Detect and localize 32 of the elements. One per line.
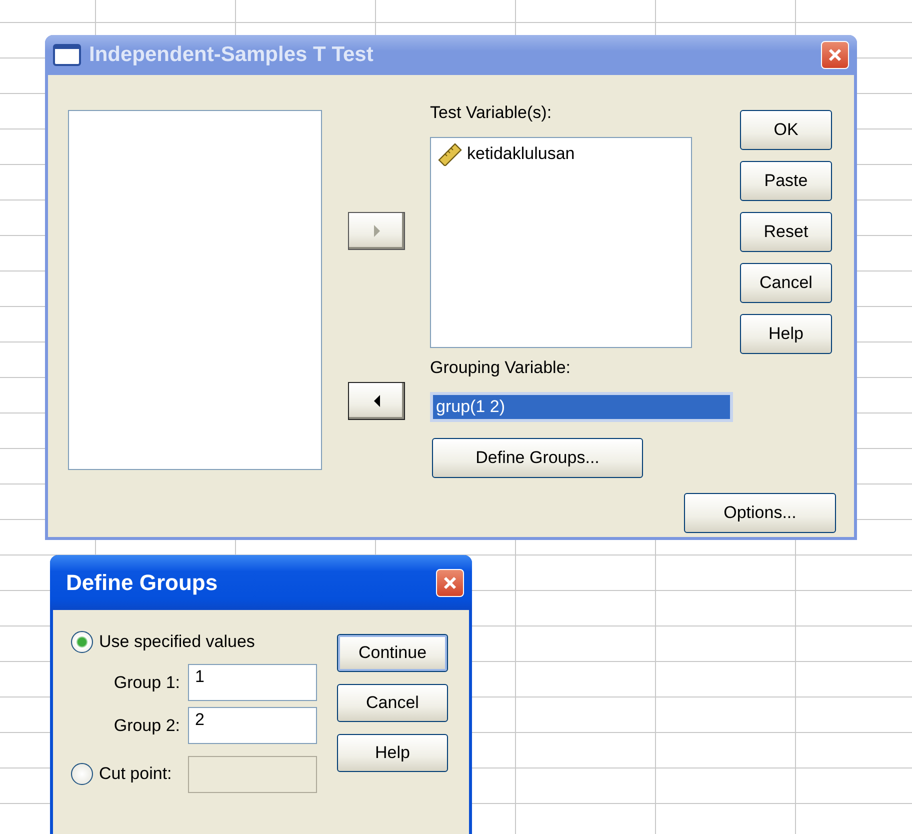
window-title: Define Groups bbox=[65, 570, 219, 596]
test-variables-list[interactable]: ketidaklulusan bbox=[430, 137, 692, 348]
options-button[interactable]: Options... bbox=[684, 493, 836, 533]
grouping-variable-field[interactable]: grup(1 2) bbox=[430, 392, 733, 422]
dialog-button[interactable]: Continue bbox=[337, 634, 448, 672]
ruler-icon bbox=[437, 142, 463, 166]
test-variables-label: Test Variable(s): bbox=[430, 102, 553, 124]
left-arrow-icon bbox=[372, 394, 382, 408]
dialog-button[interactable]: OK bbox=[740, 110, 832, 150]
radio-label: Cut point: bbox=[99, 764, 173, 784]
dialog-button[interactable]: Cancel bbox=[740, 263, 832, 303]
group-label: Group 2: bbox=[112, 716, 181, 736]
window-icon bbox=[53, 44, 81, 66]
grouping-variable-label: Grouping Variable: bbox=[430, 357, 572, 379]
move-button[interactable] bbox=[348, 382, 405, 420]
dialog-button[interactable]: Reset bbox=[740, 212, 832, 252]
dialog-button[interactable]: Cancel bbox=[337, 684, 448, 722]
radio-button[interactable] bbox=[71, 631, 93, 653]
close-icon bbox=[442, 574, 458, 590]
right-arrow-icon bbox=[372, 224, 382, 238]
radio-label: Use specified values bbox=[99, 632, 255, 652]
variable-item[interactable]: ketidaklulusan bbox=[467, 144, 575, 164]
dialog-button[interactable]: Help bbox=[337, 734, 448, 772]
group-label: Group 1: bbox=[112, 672, 181, 692]
close-icon bbox=[827, 47, 843, 63]
group-value-field[interactable]: 1 bbox=[188, 664, 317, 701]
group-value-field[interactable]: 2 bbox=[188, 707, 317, 744]
window-title: Independent-Samples T Test bbox=[89, 43, 374, 67]
dialog-button[interactable]: Help bbox=[740, 314, 832, 354]
define-groups-button[interactable]: Define Groups... bbox=[432, 438, 643, 478]
dialog-button[interactable]: Paste bbox=[740, 161, 832, 201]
close-button[interactable] bbox=[436, 568, 464, 596]
